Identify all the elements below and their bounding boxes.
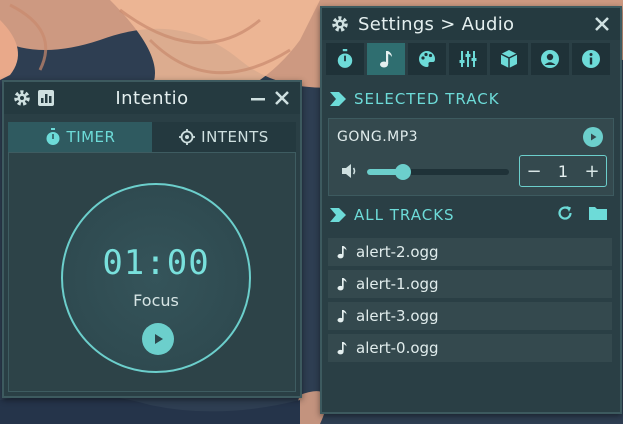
gear-icon xyxy=(328,12,352,36)
settings-categories xyxy=(322,40,620,78)
track-item[interactable]: alert-0.ogg xyxy=(328,334,612,362)
tab-intents[interactable]: INTENTS xyxy=(152,122,296,152)
selected-track-header: SELECTED TRACK xyxy=(330,90,612,108)
track-item[interactable]: alert-3.ogg xyxy=(328,302,612,330)
category-theme[interactable] xyxy=(408,43,446,75)
stopwatch-icon xyxy=(46,128,60,145)
track-filename: alert-2.ogg xyxy=(356,243,439,261)
category-sliders[interactable] xyxy=(449,43,487,75)
track-list-tools xyxy=(556,204,608,226)
user-icon xyxy=(541,50,559,68)
gear-icon[interactable] xyxy=(10,86,34,110)
settings-window: Settings > Audio SELECTED TRACK GONG.MP3… xyxy=(320,6,622,414)
track-filename: alert-3.ogg xyxy=(356,307,439,325)
timer-panel: 01:00 Focus xyxy=(8,152,296,392)
music-note-icon xyxy=(380,51,392,68)
tab-label: INTENTS xyxy=(201,128,269,146)
stopwatch-icon xyxy=(337,49,353,68)
crosshair-icon xyxy=(179,129,196,145)
category-audio[interactable] xyxy=(367,43,405,75)
volume-icon xyxy=(341,163,359,183)
decrement-button[interactable]: − xyxy=(520,161,548,182)
repeat-stepper: − 1 + xyxy=(519,155,607,187)
close-icon[interactable] xyxy=(270,86,294,110)
close-icon[interactable] xyxy=(590,12,614,36)
volume-slider[interactable] xyxy=(367,164,509,180)
window-title: Intentio xyxy=(115,87,189,109)
section-title: SELECTED TRACK xyxy=(354,90,500,108)
timer-mode: Focus xyxy=(133,291,179,310)
chevron-right-icon xyxy=(330,208,346,222)
tab-timer[interactable]: TIMER xyxy=(8,122,152,152)
music-note-icon xyxy=(337,342,347,355)
music-note-icon xyxy=(337,310,347,323)
category-timer[interactable] xyxy=(326,43,364,75)
intentio-window: Intentio TIMER INTENTS 01:00 Focus xyxy=(2,80,302,398)
track-item[interactable]: alert-2.ogg xyxy=(328,238,612,266)
music-note-icon xyxy=(337,278,347,291)
selected-track-card: GONG.MP3 − 1 + xyxy=(328,118,614,196)
play-icon xyxy=(591,133,597,141)
category-extensions[interactable] xyxy=(490,43,528,75)
timer-dial: 01:00 Focus xyxy=(61,183,251,373)
category-account[interactable] xyxy=(531,43,569,75)
info-icon xyxy=(582,50,600,68)
folder-icon[interactable] xyxy=(588,204,608,226)
section-title: ALL TRACKS xyxy=(354,206,455,224)
palette-icon xyxy=(419,51,435,67)
track-list: alert-2.ogg alert-1.ogg alert-3.ogg aler… xyxy=(328,238,612,366)
volume-slider-handle[interactable] xyxy=(394,164,411,180)
statistics-icon[interactable] xyxy=(34,86,58,110)
music-note-icon xyxy=(337,246,347,259)
track-filename: alert-0.ogg xyxy=(356,339,439,357)
minimize-icon[interactable] xyxy=(246,86,270,110)
increment-button[interactable]: + xyxy=(578,161,606,182)
tab-label: TIMER xyxy=(66,128,116,146)
main-titlebar[interactable]: Intentio xyxy=(4,82,300,114)
preview-play-button[interactable] xyxy=(583,127,603,147)
category-about[interactable] xyxy=(572,43,610,75)
selected-track-name: GONG.MP3 xyxy=(337,129,419,145)
repeat-count[interactable]: 1 xyxy=(548,162,578,181)
chevron-right-icon xyxy=(330,92,346,106)
cube-icon xyxy=(500,50,518,68)
timer-display: 01:00 xyxy=(102,243,210,283)
track-item[interactable]: alert-1.ogg xyxy=(328,270,612,298)
play-icon xyxy=(155,334,163,344)
refresh-icon[interactable] xyxy=(556,204,574,226)
window-title: Settings > Audio xyxy=(358,13,515,35)
track-filename: alert-1.ogg xyxy=(356,275,439,293)
sliders-icon xyxy=(459,51,477,67)
play-button[interactable] xyxy=(142,323,174,355)
settings-titlebar[interactable]: Settings > Audio xyxy=(322,8,620,40)
mode-tabs: TIMER INTENTS xyxy=(8,122,296,152)
